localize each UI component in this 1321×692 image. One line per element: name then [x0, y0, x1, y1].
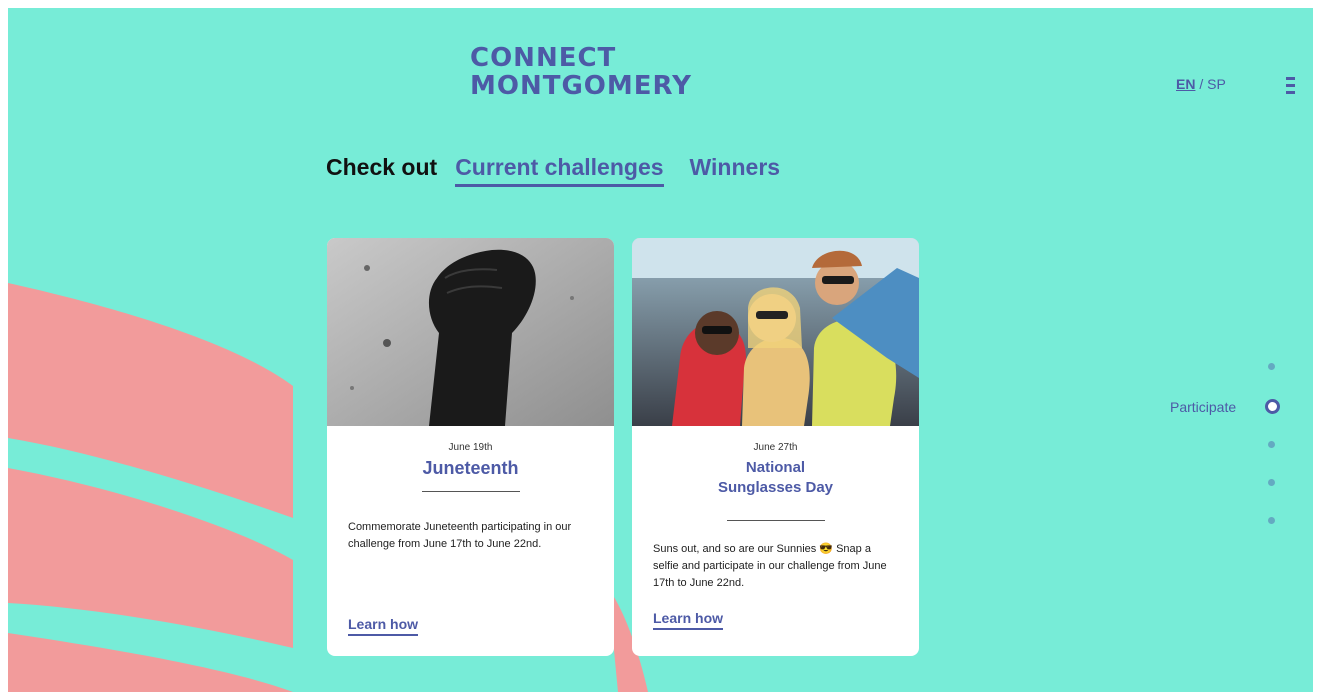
side-nav-dot[interactable]	[1268, 479, 1275, 486]
card-description: Commemorate Juneteenth participating in …	[348, 521, 572, 550]
card-title-line-1: National	[745, 459, 806, 476]
challenge-nav: Check out Current challenges Winners	[326, 154, 806, 187]
learn-how-link[interactable]: Learn how	[348, 616, 419, 636]
tab-current-challenges[interactable]: Current challenges	[455, 154, 664, 187]
card-date: June 19th	[448, 442, 493, 453]
challenge-card-sunglasses-day: June 27th National Sunglasses Day Suns o…	[632, 238, 919, 656]
logo-line-1: CONNECT	[470, 43, 617, 73]
raised-fist-photo	[327, 238, 614, 426]
logo-line-2: MONTGOMERY	[470, 71, 692, 101]
side-nav-dot[interactable]	[1268, 363, 1275, 370]
card-title: National Sunglasses Day	[632, 458, 919, 498]
side-nav-dot-active[interactable]	[1265, 399, 1280, 414]
card-title-line-2: Sunglasses Day	[717, 479, 834, 496]
card-date: June 27th	[753, 442, 798, 453]
card-divider	[726, 520, 825, 521]
site-logo[interactable]: CONNECT MONTGOMERY	[470, 44, 692, 100]
card-title: Juneteenth	[422, 458, 519, 478]
lang-separator: /	[1199, 76, 1204, 92]
card-divider	[421, 491, 520, 492]
friends-sunglasses-car-photo	[632, 238, 919, 426]
tab-winners[interactable]: Winners	[690, 154, 781, 184]
challenge-card-juneteenth: June 19th Juneteenth Commemorate Junetee…	[327, 238, 614, 656]
lang-en-link[interactable]: EN	[1176, 76, 1195, 92]
hamburger-menu-icon[interactable]	[1286, 77, 1296, 95]
nav-lead-text: Check out	[326, 154, 438, 180]
learn-how-link[interactable]: Learn how	[653, 610, 724, 630]
language-switcher: EN / SP	[1176, 76, 1226, 92]
page-background: CONNECT MONTGOMERY EN / SP Check out Cur…	[8, 8, 1313, 692]
card-description: Suns out, and so are our Sunnies 😎 Snap …	[653, 543, 887, 589]
lang-sp-link[interactable]: SP	[1207, 76, 1226, 92]
side-nav-active-label: Participate	[1170, 399, 1237, 415]
side-nav-dot[interactable]	[1268, 517, 1275, 524]
side-nav-dot[interactable]	[1268, 441, 1275, 448]
